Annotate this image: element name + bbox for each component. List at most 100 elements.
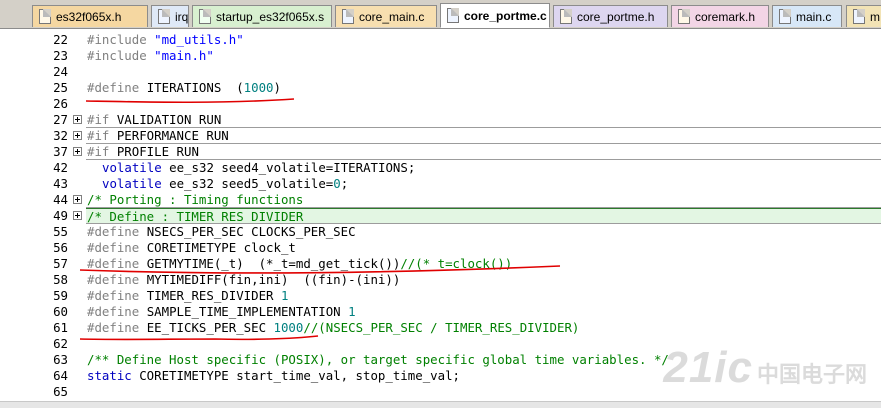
code-line[interactable]: 24 (0, 64, 881, 80)
code-token: #if (87, 144, 117, 159)
code-line[interactable]: 27 #if VALIDATION RUN (0, 112, 881, 128)
code-line[interactable]: 60 #define SAMPLE_TIME_IMPLEMENTATION 1 (0, 304, 881, 320)
code-text: #if PERFORMANCE RUN (87, 128, 229, 144)
file-icon (447, 8, 459, 23)
file-icon (39, 9, 51, 24)
line-number: 62 (53, 336, 68, 351)
fold-expand-icon[interactable] (73, 147, 82, 156)
watermark-cn: 中国电子网 (756, 362, 867, 387)
code-token: #define (87, 80, 147, 95)
code-token: /* Porting : Timing functions (87, 192, 304, 207)
highlighted-line: /* Define : TIMER RES DIVIDER (86, 208, 881, 224)
code-line[interactable]: 26 (0, 96, 881, 112)
line-number: 57 (53, 256, 68, 271)
code-line[interactable]: 58 #define MYTIMEDIFF(fin,ini) ((fin)-(in… (0, 272, 881, 288)
code-line[interactable]: 55 #define NSECS_PER_SEC CLOCKS_PER_SEC (0, 224, 881, 240)
line-number: 32 (53, 128, 68, 143)
tab-startup-es32f065x-s[interactable]: startup_es32f065x.s (192, 5, 332, 27)
code-text: #include "md_utils.h" (87, 32, 244, 48)
code-line[interactable]: 37 #if PROFILE RUN (0, 144, 881, 160)
code-line[interactable]: 56 #define CORETIMETYPE clock_t (0, 240, 881, 256)
line-number: 24 (53, 64, 68, 79)
code-text: volatile ee_s32 seed5_volatile=0; (102, 176, 348, 192)
code-text: static CORETIMETYPE start_time_val, stop… (87, 368, 460, 384)
code-token: #if (87, 128, 117, 143)
code-token: ITERATIONS ( (146, 80, 244, 95)
line-number: 23 (53, 48, 68, 63)
code-line[interactable]: 61 #define EE_TICKS_PER_SEC 1000//(NSECS_… (0, 320, 881, 336)
code-text: #define GETMYTIME(_t) (*_t=md_get_tick()… (87, 256, 512, 272)
tab-label: startup_es32f065x.s (216, 9, 325, 24)
code-token: MYTIMEDIFF(fin,ini) ((fin)-(ini)) (146, 272, 401, 287)
fold-expand-icon[interactable] (73, 131, 82, 140)
code-text: /** Define Host specific (POSIX), or tar… (87, 352, 669, 368)
tab-label: es32f065x.h (56, 9, 122, 24)
code-token: SAMPLE_TIME_IMPLEMENTATION (146, 304, 349, 319)
code-token: "main.h" (154, 48, 214, 63)
code-line[interactable]: 43 volatile ee_s32 seed5_volatile=0; (0, 176, 881, 192)
code-token: #define (87, 272, 147, 287)
tab-m[interactable]: m (846, 5, 881, 27)
code-token: "md_utils.h" (154, 32, 244, 47)
fold-expand-icon[interactable] (73, 115, 82, 124)
code-text: #if PROFILE RUN (87, 144, 199, 160)
code-line[interactable]: 22 #include "md_utils.h" (0, 32, 881, 48)
code-token: 1 (348, 304, 356, 319)
tab-main-c[interactable]: main.c (772, 5, 842, 27)
code-text: volatile ee_s32 seed4_volatile=ITERATION… (102, 160, 415, 176)
fold-expand-icon[interactable] (73, 211, 82, 220)
code-token: #define (87, 240, 147, 255)
code-token: NSECS_PER_SEC CLOCKS_PER_SEC (146, 224, 356, 239)
code-line[interactable]: 23 #include "main.h" (0, 48, 881, 64)
fold-expand-icon[interactable] (73, 195, 82, 204)
tab-coremark-h[interactable]: coremark.h (671, 5, 769, 27)
tab-es32f065x-h[interactable]: es32f065x.h (32, 5, 148, 27)
tab-label: coremark.h (695, 9, 756, 24)
line-number: 43 (53, 176, 68, 191)
code-token: 1000 (243, 80, 274, 95)
tab-core-main-c[interactable]: core_main.c (335, 5, 437, 27)
code-token: ) (273, 80, 281, 95)
code-line[interactable]: 42 volatile ee_s32 seed4_volatile=ITERATI… (0, 160, 881, 176)
code-line[interactable]: 49 /* Define : TIMER RES DIVIDER (0, 208, 881, 224)
code-token: #include (87, 48, 155, 63)
code-token: TIMER_RES_DIVIDER (146, 288, 281, 303)
code-token: 1 (280, 288, 289, 303)
code-token: /* Define : TIMER RES DIVIDER (87, 209, 304, 224)
code-token: 1000 (273, 320, 304, 335)
file-tab-bar: es32f065x.h irq.c startup_es32f065x.s core_… (0, 0, 881, 29)
tab-label: m (870, 9, 880, 24)
code-token: PERFORMANCE RUN (116, 128, 229, 143)
tab-core-portme-h[interactable]: core_portme.h (553, 5, 668, 27)
code-token: static (87, 368, 140, 383)
code-line[interactable]: 25 #define ITERATIONS (1000) (0, 80, 881, 96)
code-token: VALIDATION RUN (116, 112, 222, 127)
code-line[interactable]: 59 #define TIMER_RES_DIVIDER 1 (0, 288, 881, 304)
file-icon (853, 9, 865, 24)
code-line[interactable]: 32 #if PERFORMANCE RUN (0, 128, 881, 144)
code-token: ; (340, 176, 349, 191)
site-watermark: 21ic 中国电子网 (663, 343, 867, 393)
code-token: #define (87, 288, 147, 303)
line-number: 26 (53, 96, 68, 111)
line-number: 58 (53, 272, 68, 287)
code-token: #include (87, 32, 155, 47)
code-text: #define ITERATIONS (1000) (87, 80, 281, 96)
code-line[interactable]: 57 #define GETMYTIME(_t) (*_t=md_get_tick… (0, 256, 881, 272)
code-token: ee_s32 seed5_volatile= (169, 176, 334, 191)
tab-label: core_main.c (359, 9, 425, 24)
line-number: 42 (53, 160, 68, 175)
tab-core-portme-c[interactable]: core_portme.c (440, 3, 550, 28)
code-token: CORETIMETYPE start_time_val, stop_time_v… (139, 368, 460, 383)
line-number: 25 (53, 80, 68, 95)
line-number: 60 (53, 304, 68, 319)
line-number: 49 (53, 208, 68, 223)
code-text: #define TIMER_RES_DIVIDER 1 (87, 288, 288, 304)
code-line[interactable]: 44 /* Porting : Timing functions (0, 192, 881, 208)
code-token: #define (87, 224, 147, 239)
tab-irq-c[interactable]: irq.c (151, 5, 189, 27)
line-number: 63 (53, 352, 68, 367)
code-text: #if VALIDATION RUN (87, 112, 221, 128)
line-number: 44 (53, 192, 68, 207)
watermark-latin: 21ic (663, 343, 753, 392)
